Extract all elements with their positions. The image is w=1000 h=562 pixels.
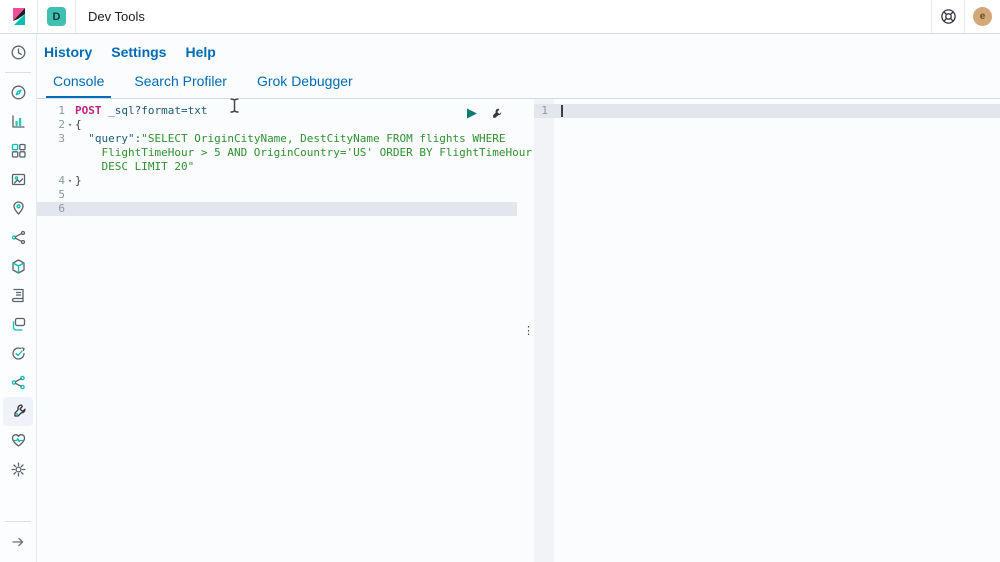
topbar-divider	[964, 0, 965, 33]
request-actions	[464, 106, 503, 121]
code-line-wrap: FlightTimeHour > 5 AND OriginCountry='US…	[37, 146, 531, 160]
sidebar-item-machine-learning[interactable]	[3, 223, 33, 252]
app-sidebar	[0, 34, 37, 562]
line-number: 4	[58, 174, 65, 187]
sidebar-item-logs[interactable]	[3, 281, 33, 310]
wrench-icon	[13, 404, 26, 417]
code-line-active: 6	[37, 202, 517, 216]
console-menu: History Settings Help	[37, 34, 1000, 63]
top-navigation-bar: D Dev Tools e	[0, 0, 1000, 34]
dev-tools-main: History Settings Help Console Search Pro…	[37, 34, 1000, 562]
json-key: "query":	[75, 132, 142, 145]
line-number: 1	[58, 104, 65, 117]
dev-tools-tabs: Console Search Profiler Grok Debugger	[37, 63, 1000, 99]
send-request-button[interactable]	[464, 106, 479, 121]
kibana-logo[interactable]	[0, 0, 37, 33]
line-number: 1	[541, 104, 548, 117]
fold-marker-icon[interactable]: ▾	[65, 118, 75, 132]
wrench-icon	[492, 108, 501, 118]
code-line: 1 POST _sql?format=txt	[37, 104, 523, 118]
bar-chart-icon	[11, 115, 25, 128]
request-editor[interactable]: 1 POST _sql?format=txt 2 ▾ { 3 "query":"…	[37, 99, 532, 562]
line-number: 3	[58, 132, 65, 145]
sidebar-item-metrics[interactable]	[3, 310, 33, 339]
text-caret	[561, 105, 563, 117]
console-panels: 1 POST _sql?format=txt 2 ▾ { 3 "query":"…	[37, 99, 1000, 562]
line-number: 2	[58, 118, 65, 131]
request-code: 1 POST _sql?format=txt 2 ▾ { 3 "query":"…	[37, 99, 532, 216]
sidebar-item-visualize[interactable]	[3, 107, 33, 136]
request-url: _sql?format=txt	[101, 104, 208, 117]
user-avatar[interactable]: e	[973, 7, 992, 26]
apm-nodes-icon	[11, 375, 25, 390]
sql-string: "SELECT OriginCityName, DestCityName FRO…	[141, 132, 506, 145]
sql-string: FlightTimeHour > 5 AND OriginCountry='US…	[75, 146, 532, 159]
page-title: Dev Tools	[88, 9, 145, 24]
map-pin-icon	[12, 201, 24, 215]
help-button[interactable]	[932, 0, 964, 33]
sidebar-item-recently-viewed[interactable]	[3, 38, 33, 67]
line-number: 5	[58, 188, 65, 201]
heart-pulse-icon	[11, 434, 25, 447]
tab-console[interactable]: Console	[46, 63, 112, 98]
drag-handle-icon: ⋮	[523, 325, 534, 337]
fold-marker-icon[interactable]: ▾	[65, 174, 75, 188]
tab-grok-debugger[interactable]: Grok Debugger	[250, 63, 360, 98]
sidebar-item-discover[interactable]	[3, 78, 33, 107]
uptime-check-icon	[11, 347, 25, 360]
machine-learning-icon	[11, 230, 25, 245]
line-number: 6	[58, 202, 65, 215]
space-badge[interactable]: D	[47, 7, 66, 26]
menu-history[interactable]: History	[44, 44, 92, 61]
canvas-icon	[11, 173, 25, 186]
kibana-logo-icon	[12, 7, 25, 25]
play-icon	[467, 108, 477, 119]
code-line: 2 ▾ {	[37, 118, 523, 132]
sql-string: DESC LIMIT 20"	[75, 160, 195, 173]
menu-settings[interactable]: Settings	[111, 44, 166, 61]
gear-icon	[11, 462, 25, 477]
code-line: 5	[37, 188, 523, 202]
sidebar-divider	[5, 72, 31, 73]
arrow-right-icon	[12, 537, 24, 546]
sidebar-item-dashboard[interactable]	[3, 136, 33, 165]
compass-icon	[11, 85, 25, 100]
code-line: 4 ▾ }	[37, 174, 523, 188]
menu-help[interactable]: Help	[185, 44, 215, 61]
code-line: 3 "query":"SELECT OriginCityName, DestCi…	[37, 132, 523, 146]
http-method: POST	[75, 104, 102, 117]
topbar-divider	[37, 0, 38, 33]
sidebar-item-management[interactable]	[3, 455, 33, 484]
graph-cube-icon	[11, 259, 25, 274]
sidebar-item-apm[interactable]	[3, 368, 33, 397]
panel-resizer[interactable]: ⋮	[523, 99, 534, 562]
help-icon	[940, 9, 956, 24]
clock-icon	[11, 45, 25, 60]
output-gutter	[534, 99, 554, 562]
request-options-button[interactable]	[488, 106, 503, 121]
sidebar-item-dev-tools[interactable]	[3, 397, 33, 426]
sidebar-item-canvas[interactable]	[3, 165, 33, 194]
response-output[interactable]: 1	[534, 99, 1000, 562]
output-line-active: 1	[534, 104, 1000, 118]
sidebar-item-monitoring[interactable]	[3, 426, 33, 455]
layers-icon	[12, 317, 25, 331]
code-line-wrap: DESC LIMIT 20"	[37, 160, 523, 174]
sidebar-divider	[5, 521, 31, 522]
sidebar-item-uptime[interactable]	[3, 339, 33, 368]
sidebar-item-graph[interactable]	[3, 252, 33, 281]
sidebar-collapse-button[interactable]	[3, 527, 33, 556]
dashboard-icon	[11, 143, 26, 158]
tab-search-profiler[interactable]: Search Profiler	[127, 63, 234, 98]
sidebar-item-maps[interactable]	[3, 194, 33, 223]
logs-icon	[11, 288, 24, 303]
